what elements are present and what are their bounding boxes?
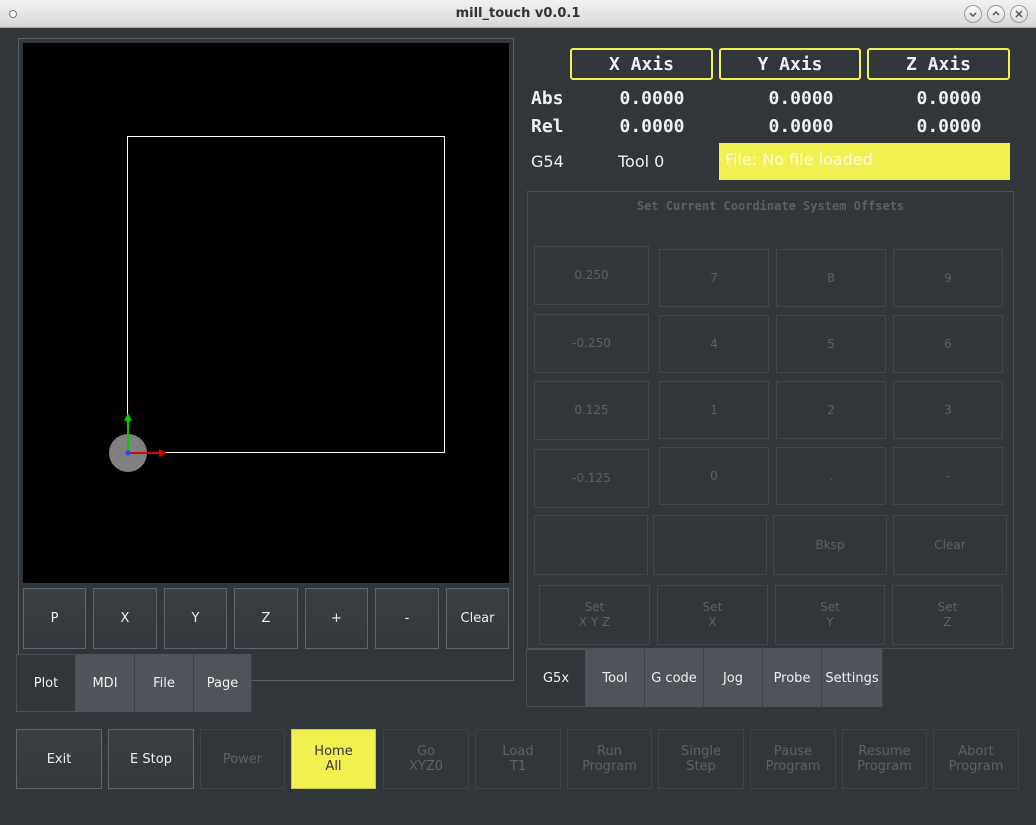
plot-view-p-button[interactable]: P — [23, 588, 86, 649]
clear-plot-button[interactable]: Clear — [446, 588, 509, 649]
close-icon[interactable] — [1010, 5, 1028, 23]
estop-button[interactable]: E Stop — [108, 729, 194, 789]
increment-neg-0250-button[interactable]: -0.250 — [534, 314, 649, 373]
tab-tool[interactable]: Tool — [586, 649, 645, 707]
key-4[interactable]: 4 — [659, 315, 769, 373]
key-6[interactable]: 6 — [893, 315, 1003, 373]
single-step-button[interactable]: Single Step — [658, 729, 744, 789]
minimize-icon[interactable] — [964, 5, 982, 23]
tab-page[interactable]: Page — [194, 654, 252, 712]
window-titlebar: mill_touch v0.0.1 — [0, 0, 1036, 28]
key-7[interactable]: 7 — [659, 249, 769, 307]
abs-y-value: 0.0000 — [768, 88, 834, 109]
plot-panel: P X Y Z + - Clear — [18, 38, 514, 681]
key-2[interactable]: 2 — [776, 381, 886, 439]
resume-program-button[interactable]: Resume Program — [842, 729, 927, 789]
zoom-in-button[interactable]: + — [305, 588, 368, 649]
x-axis-header: X Axis — [570, 48, 713, 80]
key-decimal[interactable]: . — [776, 447, 886, 505]
key-minus[interactable]: - — [893, 447, 1003, 505]
set-z-button[interactable]: Set Z — [892, 585, 1003, 645]
key-5[interactable]: 5 — [776, 315, 886, 373]
rel-x-value: 0.0000 — [619, 116, 685, 137]
main-window: P X Y Z + - Clear Plot MDI File Page X A… — [0, 28, 1036, 825]
abs-z-value: 0.0000 — [916, 88, 982, 109]
pause-program-button[interactable]: Pause Program — [750, 729, 836, 789]
home-all-button[interactable]: Home All — [291, 729, 376, 789]
key-3[interactable]: 3 — [893, 381, 1003, 439]
zoom-out-button[interactable]: - — [375, 588, 439, 649]
backspace-button[interactable]: Bksp — [773, 515, 887, 575]
tab-probe[interactable]: Probe — [763, 649, 822, 707]
plot-view-x-button[interactable]: X — [93, 588, 157, 649]
blank-key-1 — [534, 515, 648, 575]
key-8[interactable]: 8 — [776, 249, 886, 307]
run-program-button[interactable]: Run Program — [567, 729, 652, 789]
maximize-icon[interactable] — [987, 5, 1005, 23]
tab-mdi[interactable]: MDI — [76, 654, 135, 712]
tab-g5x[interactable]: G5x — [526, 649, 586, 707]
z-axis-header: Z Axis — [867, 48, 1010, 80]
work-offset-label: G54 — [531, 152, 564, 171]
plot-view-z-button[interactable]: Z — [234, 588, 298, 649]
machine-limits-box — [127, 136, 445, 453]
set-xyz-button[interactable]: Set X Y Z — [539, 585, 650, 645]
offsets-panel: Set Current Coordinate System Offsets 0.… — [527, 191, 1014, 649]
set-x-button[interactable]: Set X — [657, 585, 768, 645]
key-0[interactable]: 0 — [659, 447, 769, 505]
exit-button[interactable]: Exit — [16, 729, 102, 789]
plot-view-y-button[interactable]: Y — [164, 588, 227, 649]
rel-y-value: 0.0000 — [768, 116, 834, 137]
tab-jog[interactable]: Jog — [704, 649, 763, 707]
clear-offset-button[interactable]: Clear — [893, 515, 1007, 575]
rel-z-value: 0.0000 — [916, 116, 982, 137]
key-1[interactable]: 1 — [659, 381, 769, 439]
window-title: mill_touch v0.0.1 — [455, 6, 581, 21]
tool-label: Tool 0 — [618, 152, 665, 171]
abs-x-value: 0.0000 — [619, 88, 685, 109]
abs-label: Abs — [531, 88, 564, 109]
blank-key-2 — [653, 515, 767, 575]
increment-neg-0125-button[interactable]: -0.125 — [534, 449, 649, 508]
tab-file[interactable]: File — [135, 654, 194, 712]
power-button[interactable]: Power — [200, 729, 285, 789]
abort-program-button[interactable]: Abort Program — [933, 729, 1019, 789]
rel-label: Rel — [531, 116, 564, 137]
set-y-button[interactable]: Set Y — [775, 585, 885, 645]
file-status: File: No file loaded — [719, 143, 1010, 180]
key-9[interactable]: 9 — [893, 249, 1003, 307]
tab-plot[interactable]: Plot — [16, 654, 76, 712]
y-axis-header: Y Axis — [719, 48, 861, 80]
offsets-title: Set Current Coordinate System Offsets — [636, 199, 905, 213]
increment-0125-button[interactable]: 0.125 — [534, 381, 649, 440]
go-xyz0-button[interactable]: Go XYZ0 — [383, 729, 469, 789]
tab-gcode[interactable]: G code — [645, 649, 704, 707]
increment-0250-button[interactable]: 0.250 — [534, 246, 649, 305]
load-t1-button[interactable]: Load T1 — [475, 729, 561, 789]
toolpath-plot[interactable] — [23, 43, 509, 583]
tab-settings[interactable]: Settings — [822, 649, 883, 707]
